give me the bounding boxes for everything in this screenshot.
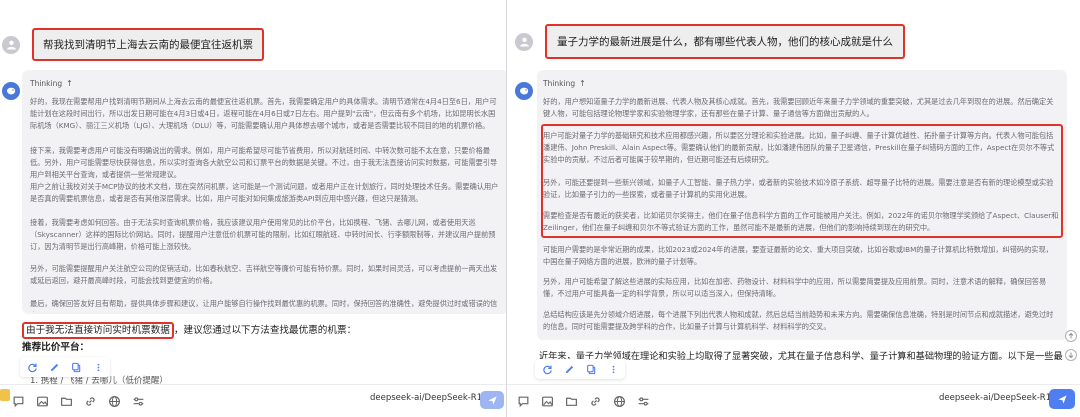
user-avatar (515, 32, 533, 51)
collapse-arrow-icon: ↑ (579, 79, 586, 88)
more-options-icon[interactable] (92, 361, 104, 373)
user-question-bubble: 量子力学的最新进展是什么，都有哪些代表人物，他们的核心成就是什么 (545, 24, 905, 59)
user-message-row: 量子力学的最新进展是什么，都有哪些代表人物，他们的核心成就是什么 (515, 24, 905, 59)
thinking-toggle[interactable]: Thinking ↑ (30, 79, 73, 88)
copy-icon[interactable] (585, 363, 597, 375)
image-icon[interactable] (539, 393, 555, 409)
whale-logo-icon (520, 87, 529, 95)
settings-sliders-icon[interactable] (130, 393, 146, 409)
collapse-arrow-icon: ↑ (66, 79, 73, 88)
model-selector[interactable]: deepseek-ai/DeepSeek-R1 ◊ (370, 393, 489, 403)
globe-icon[interactable] (611, 393, 627, 409)
user-question-bubble: 帮我找到清明节上海去云南的最便宜往返机票 (32, 28, 264, 61)
user-icon (519, 37, 529, 47)
user-message-row: 帮我找到清明节上海去云南的最便宜往返机票 (2, 28, 264, 61)
image-icon[interactable] (34, 393, 50, 409)
regenerate-icon[interactable] (26, 361, 38, 373)
thinking-paragraph: 接着，我需要考虑如何回答。由于无法实时查询机票价格，我应该建议用户使用常见的比价… (30, 218, 496, 251)
message-action-bar (20, 357, 110, 377)
thinking-paragraph: 用户之前让我校对关于MCP协议的技术文档，现在突然问机票，这可能是一个测试问题，… (30, 182, 499, 203)
send-button[interactable] (480, 391, 504, 409)
answer-line: 由于我无法直接访问实时机票数据 ，建议您通过以下方法查找最优惠的机票： (22, 322, 357, 339)
user-avatar (2, 35, 20, 54)
thinking-paragraph: 好的，用户想知道量子力学的最新进展、代表人物及其核心成就。首先，我需要回顾近年来… (543, 97, 1054, 118)
thinking-label: Thinking (543, 79, 576, 88)
edit-icon[interactable] (48, 361, 60, 373)
link-icon[interactable] (587, 393, 603, 409)
thinking-paragraph: 另外，可能需要提醒用户关注航空公司的促销活动，比如春秋航空、吉祥航空等廉价可能有… (30, 264, 498, 285)
screenshot-stage: 帮我找到清明节上海去云南的最便宜往返机票 Thinking ↑ 好的，我现在需要… (0, 0, 1080, 417)
regenerate-icon[interactable] (541, 363, 553, 375)
user-icon (6, 40, 16, 50)
folder-icon[interactable] (563, 393, 579, 409)
thinking-block: Thinking ↑ 好的，我现在需要帮用户找到清明节期间从上海去云南的最便宜往… (22, 70, 508, 314)
copy-icon[interactable] (70, 361, 82, 373)
whale-logo-icon (7, 87, 16, 95)
edit-icon[interactable] (563, 363, 575, 375)
thinking-toggle[interactable]: Thinking ↑ (543, 79, 586, 88)
answer-line: 推荐比价平台： (22, 339, 89, 353)
thinking-paragraph: 总结结构应该是先分领域介绍进展，每个进展下列出代表人物和成就，然后总结当前趋势和… (543, 310, 1054, 331)
thinking-paragraph: 可能用户需要的是非常近期的成果，比如2023或2024年的进展，要查证最新的论文… (543, 245, 1053, 266)
scroll-bottom-icon[interactable] (1065, 349, 1077, 361)
chat-input-icon[interactable] (10, 393, 26, 409)
settings-sliders-icon[interactable] (635, 393, 651, 409)
bookmark-icon[interactable] (0, 389, 10, 401)
highlight-box-annotation (541, 124, 1063, 238)
left-chat-panel: 帮我找到清明节上海去云南的最便宜往返机票 Thinking ↑ 好的，我现在需要… (0, 0, 516, 417)
thinking-paragraph: 最后，确保回答友好且有帮助，提供具体步骤和建议，让用户能够自行操作找到最优惠的机… (30, 299, 498, 312)
assistant-avatar (2, 82, 20, 100)
link-icon[interactable] (82, 393, 98, 409)
more-options-icon[interactable] (607, 363, 619, 375)
scroll-top-icon[interactable] (1065, 330, 1077, 342)
highlighted-answer-phrase: 由于我无法直接访问实时机票数据 (22, 322, 174, 339)
send-button[interactable] (1049, 389, 1075, 409)
thinking-paragraph: 另外，用户可能希望了解这些进展的实际应用，比如在加密、药物设计、材料科学中的应用… (543, 277, 1047, 298)
globe-icon[interactable] (106, 393, 122, 409)
answer-heading: 推荐比价平台： (22, 342, 90, 353)
model-name-label: deepseek-ai/DeepSeek-R1 (370, 393, 483, 403)
thinking-paragraph: 接下来，我需要考虑用户可能没有明确说出的需求。例如，用户可能希望尽可能节省费用，… (30, 146, 498, 179)
folder-icon[interactable] (58, 393, 74, 409)
send-icon (1057, 394, 1067, 404)
send-icon (487, 395, 497, 405)
answer-text: ，建议您通过以下方法查找最优惠的机票： (173, 325, 357, 336)
model-name-label: deepseek-ai/DeepSeek-R1 (939, 393, 1052, 403)
chat-input-icon[interactable] (515, 393, 531, 409)
thinking-paragraph: 好的，我现在需要帮用户找到清明节期间从上海去云南的最便宜往返机票。首先，我需要确… (30, 97, 497, 130)
model-selector[interactable]: deepseek-ai/DeepSeek-R1 ◊ (939, 393, 1058, 403)
message-action-bar (535, 359, 625, 379)
assistant-avatar (515, 82, 533, 100)
right-chat-panel: 量子力学的最新进展是什么，都有哪些代表人物，他们的核心成就是什么 Thinkin… (506, 0, 1080, 417)
thinking-label: Thinking (30, 79, 63, 88)
